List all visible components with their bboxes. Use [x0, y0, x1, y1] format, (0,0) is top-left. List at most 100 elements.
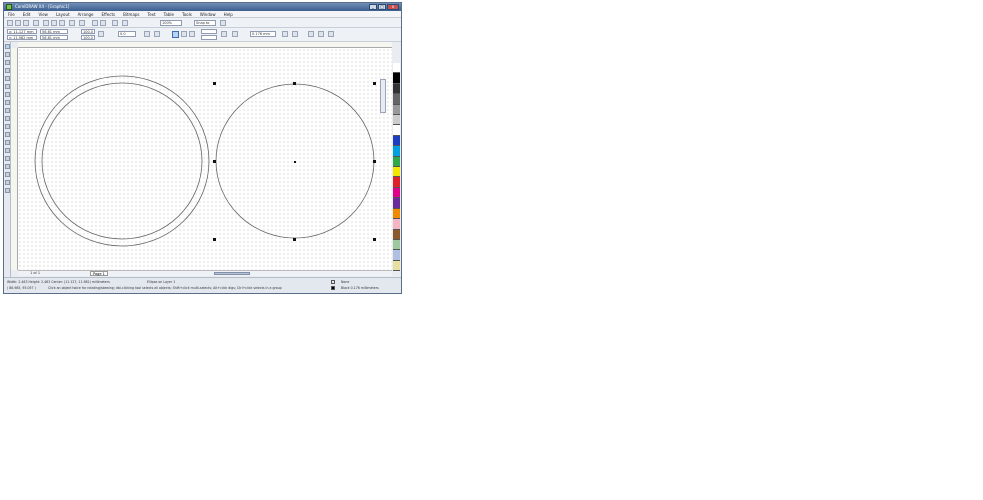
- vertical-ruler[interactable]: [11, 48, 18, 270]
- scale-height-field[interactable]: 100.0: [81, 35, 95, 40]
- menu-help[interactable]: Help: [224, 11, 233, 17]
- selection-handle-top-right[interactable]: [373, 82, 376, 85]
- table-tool-icon[interactable]: [5, 132, 10, 137]
- freehand-tool-icon[interactable]: [5, 76, 10, 81]
- end-angle-field[interactable]: [201, 35, 217, 40]
- convert-to-curves-icon[interactable]: [308, 31, 314, 37]
- swatch-pink[interactable]: [393, 219, 400, 230]
- print-icon[interactable]: [33, 20, 39, 26]
- connector-tool-icon[interactable]: [5, 148, 10, 153]
- fill-tool-icon[interactable]: [5, 180, 10, 185]
- zoom-tool-icon[interactable]: [5, 68, 10, 73]
- selection-handle-right[interactable]: [373, 160, 376, 163]
- swatch-red[interactable]: [393, 177, 400, 188]
- swatch-white[interactable]: [393, 125, 400, 136]
- swatch-green[interactable]: [393, 156, 400, 168]
- copy-icon[interactable]: [51, 20, 57, 26]
- scale-width-field[interactable]: 100.0: [81, 29, 95, 34]
- selection-handle-left[interactable]: [213, 160, 216, 163]
- pick-tool-icon[interactable]: [5, 44, 10, 49]
- swatch-black[interactable]: [393, 73, 400, 84]
- swatch-magenta[interactable]: [393, 187, 400, 199]
- dimension-tool-icon[interactable]: [5, 140, 10, 145]
- selection-handle-bottom[interactable]: [293, 238, 296, 241]
- arc-mode-icon[interactable]: [189, 31, 195, 37]
- welcome-screen-icon[interactable]: [122, 20, 128, 26]
- blend-tool-icon[interactable]: [5, 156, 10, 161]
- export-icon[interactable]: [100, 20, 106, 26]
- undo-icon[interactable]: [69, 20, 75, 26]
- title-bar[interactable]: CorelDRAW X4 - [Graphic1] _ □ x: [4, 3, 401, 11]
- menu-edit[interactable]: Edit: [23, 11, 31, 17]
- direction-icon[interactable]: [221, 31, 227, 37]
- x-position-field[interactable]: x: 11.127 mm: [7, 29, 37, 34]
- swatch-light-green[interactable]: [393, 239, 400, 251]
- selection-handle-bottom-right[interactable]: [373, 238, 376, 241]
- open-icon[interactable]: [15, 20, 21, 26]
- redo-icon[interactable]: [79, 20, 85, 26]
- y-position-field[interactable]: y: 11.982 mm: [7, 35, 37, 40]
- swatch-gray-40[interactable]: [393, 104, 400, 116]
- text-tool-icon[interactable]: [5, 124, 10, 129]
- swatch-yellow[interactable]: [393, 167, 400, 178]
- smart-fill-tool-icon[interactable]: [5, 84, 10, 89]
- pie-mode-icon[interactable]: [181, 31, 187, 37]
- horizontal-scrollbar[interactable]: 1 of 1 Page 1: [18, 270, 392, 276]
- menu-bitmaps[interactable]: Bitmaps: [123, 11, 139, 17]
- selection-center-marker[interactable]: [294, 161, 296, 163]
- swatch-gray-20[interactable]: [393, 115, 400, 126]
- swatch-light-blue[interactable]: [393, 250, 400, 261]
- save-icon[interactable]: [23, 20, 29, 26]
- zoom-level-field[interactable]: 100%: [160, 20, 182, 26]
- to-front-icon[interactable]: [282, 31, 288, 37]
- shape-tool-icon[interactable]: [5, 52, 10, 57]
- rectangle-tool-icon[interactable]: [5, 92, 10, 97]
- start-angle-field[interactable]: [201, 29, 217, 34]
- crop-tool-icon[interactable]: [5, 60, 10, 65]
- close-curve-icon[interactable]: [318, 31, 324, 37]
- settings-icon[interactable]: [328, 31, 334, 37]
- basic-shapes-tool-icon[interactable]: [5, 116, 10, 121]
- object-height-field[interactable]: 56.61 mm: [40, 35, 68, 40]
- interactive-fill-tool-icon[interactable]: [5, 188, 10, 193]
- rotation-angle-field[interactable]: 0.0: [118, 31, 136, 37]
- menu-table[interactable]: Table: [164, 11, 174, 17]
- menu-tools[interactable]: Tools: [182, 11, 192, 17]
- object-width-field[interactable]: 56.61 mm: [40, 29, 68, 34]
- maximize-button[interactable]: □: [378, 4, 386, 10]
- swatch-brown[interactable]: [393, 229, 400, 240]
- selection-handle-bottom-left[interactable]: [213, 238, 216, 241]
- outline-width-dropdown[interactable]: 0.176 mm: [250, 31, 276, 37]
- swatch-blue[interactable]: [393, 135, 400, 147]
- swatch-purple[interactable]: [393, 198, 400, 209]
- minimize-button[interactable]: _: [369, 4, 377, 10]
- swatch-none[interactable]: [393, 63, 400, 74]
- selection-handle-top-left[interactable]: [213, 82, 216, 85]
- swatch-gray-80[interactable]: [393, 83, 400, 95]
- menu-view[interactable]: View: [38, 11, 48, 17]
- eyedropper-tool-icon[interactable]: [5, 164, 10, 169]
- outer-ring-circle[interactable]: [34, 75, 210, 247]
- ellipse-mode-icon[interactable]: [172, 31, 179, 38]
- close-button[interactable]: x: [387, 4, 399, 10]
- menu-file[interactable]: File: [8, 11, 15, 17]
- mirror-horizontal-icon[interactable]: [144, 31, 150, 37]
- cut-icon[interactable]: [43, 20, 49, 26]
- inner-ring-circle[interactable]: [41, 82, 203, 240]
- application-launcher-icon[interactable]: [112, 20, 118, 26]
- swatch-cyan[interactable]: [393, 146, 400, 157]
- lock-ratio-icon[interactable]: [98, 31, 104, 37]
- drawing-canvas[interactable]: [18, 48, 392, 270]
- snap-to-dropdown[interactable]: Snap to: [194, 20, 216, 26]
- menu-layout[interactable]: Layout: [56, 11, 70, 17]
- wrap-text-icon[interactable]: [232, 31, 238, 37]
- paste-icon[interactable]: [59, 20, 65, 26]
- outline-tool-icon[interactable]: [5, 172, 10, 177]
- menu-window[interactable]: Window: [200, 11, 216, 17]
- docker-tab[interactable]: [380, 79, 386, 113]
- menu-effects[interactable]: Effects: [102, 11, 116, 17]
- menu-text[interactable]: Text: [148, 11, 156, 17]
- page-tab[interactable]: Page 1: [90, 271, 108, 276]
- polygon-tool-icon[interactable]: [5, 108, 10, 113]
- swatch-gray-60[interactable]: [393, 94, 400, 105]
